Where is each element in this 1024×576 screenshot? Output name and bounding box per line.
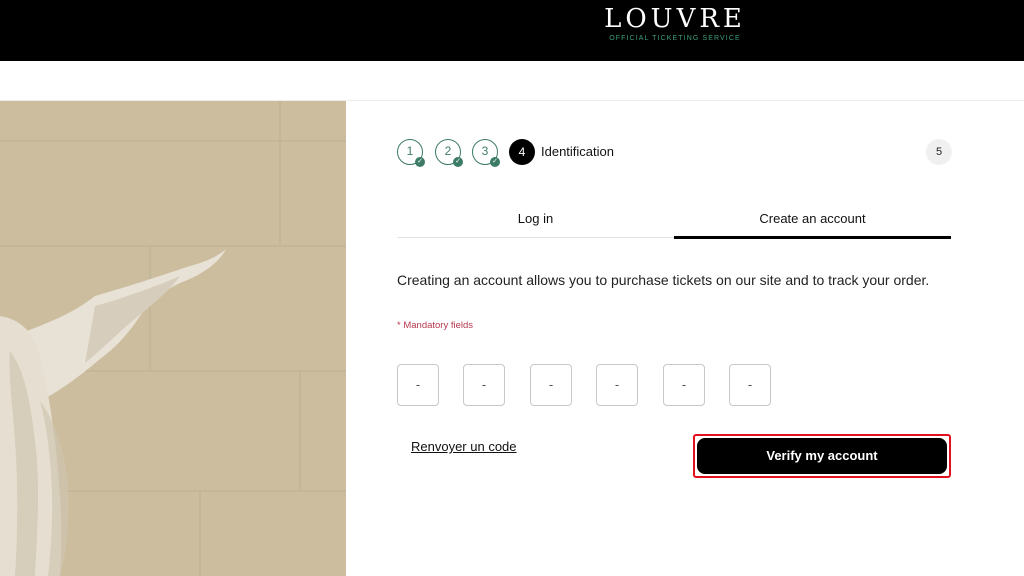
account-tabs: Log in Create an account	[397, 208, 951, 239]
active-step-label: Identification	[541, 144, 614, 159]
louvre-logo[interactable]: LOUVRE OFFICIAL TICKETING SERVICE	[600, 4, 750, 42]
code-digit-3[interactable]: -	[530, 364, 572, 406]
step-5: 5	[926, 139, 952, 165]
step-3[interactable]: 3 ✓	[472, 139, 500, 167]
checkout-stepper: 1 ✓ 2 ✓ 3 ✓ 4 Identification 5	[397, 139, 952, 167]
top-header: LOUVRE OFFICIAL TICKETING SERVICE	[0, 0, 1024, 61]
verify-button-highlight: Verify my account	[693, 434, 951, 478]
secondary-bar	[0, 61, 1024, 101]
mandatory-fields-note: * Mandatory fields	[397, 320, 474, 331]
code-digit-6[interactable]: -	[729, 364, 771, 406]
step-number: 1	[406, 144, 414, 158]
step-number: 3	[481, 144, 489, 158]
code-digit-2[interactable]: -	[463, 364, 505, 406]
resend-code-link[interactable]: Renvoyer un code	[411, 439, 517, 454]
step-number: 2	[444, 144, 452, 158]
step-4-active: 4	[509, 139, 535, 165]
intro-text: Creating an account allows you to purcha…	[397, 272, 930, 288]
code-digit-4[interactable]: -	[596, 364, 638, 406]
check-icon: ✓	[415, 157, 425, 167]
check-icon: ✓	[453, 157, 463, 167]
logo-title: LOUVRE	[604, 4, 746, 34]
hero-image-winged-victory	[0, 101, 346, 576]
check-icon: ✓	[490, 157, 500, 167]
verification-code-inputs: - - - - - -	[397, 364, 777, 406]
step-2[interactable]: 2 ✓	[435, 139, 463, 167]
code-digit-1[interactable]: -	[397, 364, 439, 406]
code-digit-5[interactable]: -	[663, 364, 705, 406]
tab-create-account[interactable]: Create an account	[674, 208, 951, 239]
tab-log-in[interactable]: Log in	[397, 208, 674, 238]
logo-subtitle: OFFICIAL TICKETING SERVICE	[609, 35, 741, 42]
identification-panel: 1 ✓ 2 ✓ 3 ✓ 4 Identification 5 Log in Cr…	[346, 101, 1024, 576]
verify-account-button[interactable]: Verify my account	[697, 438, 947, 474]
step-1[interactable]: 1 ✓	[397, 139, 425, 167]
